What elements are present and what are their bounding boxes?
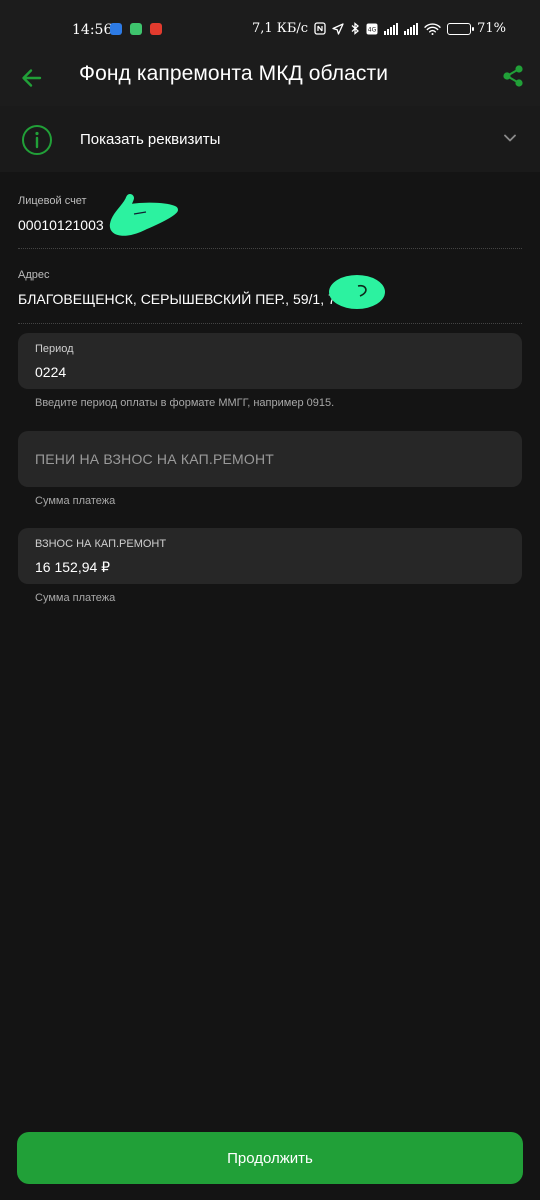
status-time: 14:56 [72, 22, 113, 38]
location-icon [332, 22, 344, 35]
battery-percent: 71% [477, 21, 506, 36]
period-label: Период [35, 343, 74, 355]
volte-icon: 4G [366, 23, 378, 34]
signal-icon [384, 22, 399, 35]
signal-icon [404, 22, 419, 35]
battery-icon [447, 22, 475, 35]
red-app-icon [150, 23, 162, 35]
network-speed: 7,1 КБ/с [252, 21, 309, 36]
contribution-field[interactable]: ВЗНОС НА КАП.РЕМОНТ 16 152,94 ₽ [18, 528, 522, 584]
penalty-field[interactable]: ПЕНИ НА ВЗНОС НА КАП.РЕМОНТ [18, 431, 522, 487]
header: Фонд капремонта МКД области [0, 60, 540, 106]
redaction-scribble [109, 194, 178, 236]
share-icon[interactable] [502, 64, 524, 88]
period-value[interactable]: 0224 [35, 364, 66, 380]
status-indicators: 7,1 КБ/с 4G 71% [252, 21, 506, 36]
contribution-hint: Сумма платежа [35, 592, 116, 604]
chevron-down-icon [504, 134, 516, 142]
account-label: Лицевой счет [18, 195, 87, 207]
penalty-placeholder[interactable]: ПЕНИ НА ВЗНОС НА КАП.РЕМОНТ [35, 451, 274, 467]
divider [18, 323, 522, 324]
address-label: Адрес [18, 269, 50, 281]
chat-app-icon [110, 23, 122, 35]
status-bar: 14:56 7,1 КБ/с 4G 71% [0, 0, 540, 60]
page-title: Фонд капремонта МКД области [79, 62, 389, 85]
show-details-row[interactable]: Показать реквизиты [0, 106, 540, 172]
bluetooth-icon [351, 22, 360, 35]
period-field[interactable]: Период 0224 [18, 333, 522, 389]
contribution-value[interactable]: 16 152,94 ₽ [35, 559, 110, 576]
wifi-icon [424, 22, 441, 35]
address-value: БЛАГОВЕЩЕНСК, СЕРЫШЕВСКИЙ ПЕР., 59/1, 7 [18, 291, 336, 307]
arrow-left-icon[interactable] [18, 64, 46, 92]
contribution-label: ВЗНОС НА КАП.РЕМОНТ [35, 538, 167, 550]
redaction-scribble [329, 275, 385, 309]
divider [18, 248, 522, 249]
period-hint: Введите период оплаты в формате ММГГ, на… [35, 397, 335, 409]
show-details-label: Показать реквизиты [80, 131, 221, 148]
account-value: 00010121003 [18, 217, 104, 233]
continue-button[interactable]: Продолжить [17, 1132, 523, 1184]
nfc-icon [314, 22, 326, 35]
penalty-hint: Сумма платежа [35, 495, 116, 507]
svg-text:4G: 4G [368, 26, 377, 33]
message-app-icon [130, 23, 142, 35]
info-icon [22, 125, 52, 155]
